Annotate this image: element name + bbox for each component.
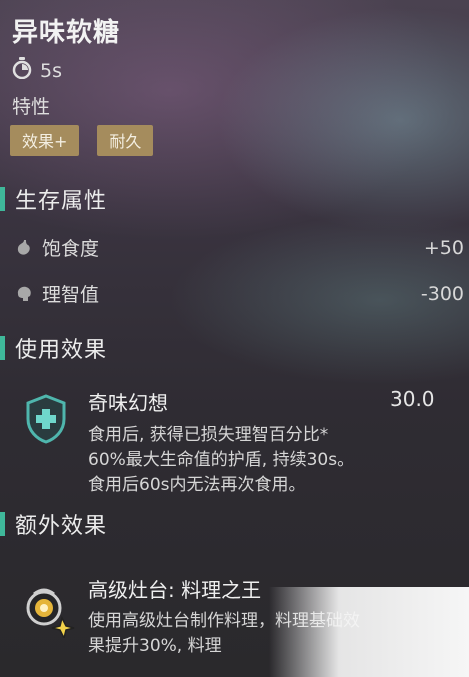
description-line: 食用后, 获得已损失理智百分比* — [88, 425, 329, 445]
section-extra-effect: 额外效果 — [0, 508, 107, 540]
trait-tags: 效果+ 耐久 — [10, 125, 154, 156]
stopwatch-icon — [12, 57, 32, 84]
effect-value: 30.0 — [390, 387, 435, 411]
section-accent-bar — [0, 512, 5, 536]
section-title: 额外效果 — [15, 514, 108, 539]
watermark-overlay — [269, 587, 469, 677]
effect-description: 食用后, 获得已损失理智百分比* 60%最大生命值的护盾, 持续30s。 食用后… — [88, 423, 458, 498]
stat-value: -300 — [420, 282, 464, 305]
duration-value: 5s — [40, 59, 62, 82]
item-title: 异味软糖 — [12, 18, 121, 48]
trait-tag: 耐久 — [97, 125, 154, 156]
section-use-effect: 使用效果 — [0, 332, 107, 364]
cooking-pot-icon — [22, 584, 76, 642]
effect-name: 奇味幻想 — [88, 391, 168, 415]
section-survival: 生存属性 — [0, 183, 107, 215]
brain-icon — [14, 284, 34, 304]
duration-row: 5s — [12, 57, 62, 84]
shield-cross-icon — [24, 394, 68, 448]
stomach-icon — [14, 238, 34, 258]
stat-label: 理智值 — [42, 284, 100, 306]
stat-row-sanity: 理智值 -300 — [14, 280, 464, 307]
stat-row-satiety: 饱食度 +50 — [14, 234, 464, 261]
bonus-effect-name: 高级灶台: 料理之王 — [88, 578, 262, 602]
trait-tag: 效果+ — [10, 125, 80, 156]
section-title: 使用效果 — [15, 338, 108, 363]
stat-value: +50 — [423, 236, 464, 259]
section-accent-bar — [0, 187, 5, 211]
section-title: 生存属性 — [15, 189, 108, 214]
traits-label: 特性 — [12, 96, 51, 118]
description-line: 60%最大生命值的护盾, 持续30s。 — [88, 450, 355, 470]
section-accent-bar — [0, 336, 5, 360]
description-line: 食用后60s内无法再次食用。 — [88, 475, 306, 495]
stat-label: 饱食度 — [42, 238, 100, 260]
